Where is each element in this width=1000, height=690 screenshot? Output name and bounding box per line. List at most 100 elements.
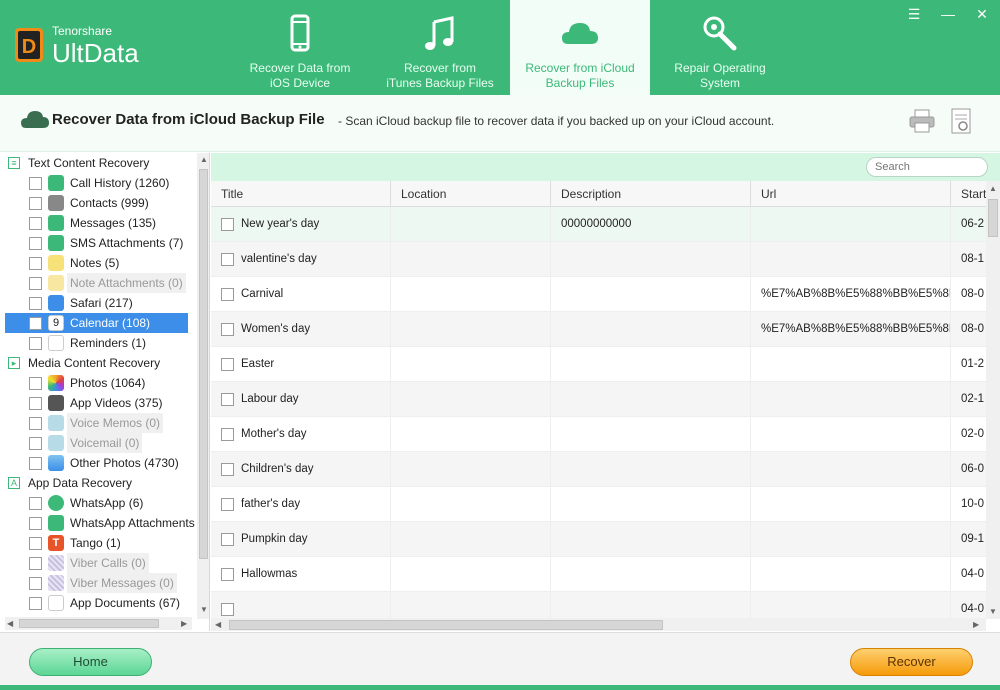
scrollbar-thumb[interactable] bbox=[19, 619, 159, 628]
checkbox[interactable] bbox=[29, 517, 42, 530]
sidebar-item-safari[interactable]: Safari (217) bbox=[5, 293, 195, 313]
minimize-icon[interactable]: — bbox=[940, 6, 956, 22]
table-row[interactable]: Pumpkin day 09-1 bbox=[211, 522, 986, 557]
tab-recover-itunes-backup[interactable]: Recover from iTunes Backup Files bbox=[370, 0, 510, 95]
scrollbar-thumb[interactable] bbox=[199, 169, 208, 559]
row-checkbox[interactable] bbox=[221, 323, 234, 336]
scroll-right-icon[interactable]: ▶ bbox=[181, 619, 187, 628]
column-header-description[interactable]: Description bbox=[551, 181, 751, 207]
scroll-right-icon[interactable]: ▶ bbox=[973, 620, 979, 629]
scrollbar-thumb[interactable] bbox=[229, 620, 663, 630]
export-document-icon[interactable] bbox=[950, 107, 972, 135]
scroll-up-icon[interactable]: ▲ bbox=[200, 155, 208, 164]
row-checkbox[interactable] bbox=[221, 428, 234, 441]
row-checkbox[interactable] bbox=[221, 218, 234, 231]
sidebar-item-photos[interactable]: Photos (1064) bbox=[5, 373, 195, 393]
feedback-icon[interactable]: ☰ bbox=[906, 6, 922, 22]
tab-recover-ios-device[interactable]: Recover Data from iOS Device bbox=[230, 0, 370, 95]
checkbox[interactable] bbox=[29, 437, 42, 450]
table-row[interactable]: father's day 10-0 bbox=[211, 487, 986, 522]
sidebar-item-note-attachments[interactable]: Note Attachments (0) bbox=[5, 273, 195, 293]
table-row[interactable]: Children's day 06-0 bbox=[211, 452, 986, 487]
sidebar-item-calendar[interactable]: 9 Calendar (108) bbox=[5, 313, 188, 333]
checkbox[interactable] bbox=[29, 557, 42, 570]
checkbox[interactable] bbox=[29, 317, 42, 330]
row-checkbox[interactable] bbox=[221, 498, 234, 511]
column-header-start[interactable]: Start bbox=[951, 181, 986, 207]
column-header-location[interactable]: Location bbox=[391, 181, 551, 207]
sidebar-item-reminders[interactable]: Reminders (1) bbox=[5, 333, 195, 353]
table-row[interactable]: 04-0 bbox=[211, 592, 986, 619]
table-row[interactable]: Labour day 02-1 bbox=[211, 382, 986, 417]
scroll-left-icon[interactable]: ◀ bbox=[215, 620, 221, 629]
checkbox[interactable] bbox=[29, 497, 42, 510]
category-app-data[interactable]: A App Data Recovery bbox=[5, 473, 195, 493]
table-row[interactable]: Easter 01-2 bbox=[211, 347, 986, 382]
sidebar-item-app-videos[interactable]: App Videos (375) bbox=[5, 393, 195, 413]
sidebar-item-notes[interactable]: Notes (5) bbox=[5, 253, 195, 273]
category-media-content[interactable]: ▸ Media Content Recovery bbox=[5, 353, 195, 373]
checkbox[interactable] bbox=[29, 337, 42, 350]
checkbox[interactable] bbox=[29, 397, 42, 410]
sidebar-horizontal-scrollbar[interactable]: ◀ ▶ bbox=[5, 617, 192, 630]
checkbox[interactable] bbox=[29, 417, 42, 430]
checkbox[interactable] bbox=[29, 237, 42, 250]
tab-repair-os[interactable]: Repair Operating System bbox=[650, 0, 790, 95]
column-header-title[interactable]: Title bbox=[211, 181, 391, 207]
search-input[interactable] bbox=[866, 157, 988, 177]
checkbox[interactable] bbox=[29, 377, 42, 390]
row-checkbox[interactable] bbox=[221, 533, 234, 546]
checkbox[interactable] bbox=[29, 537, 42, 550]
row-checkbox[interactable] bbox=[221, 358, 234, 371]
checkbox[interactable] bbox=[29, 197, 42, 210]
table-vertical-scrollbar[interactable]: ▲ ▼ bbox=[986, 181, 1000, 619]
checkbox[interactable] bbox=[29, 577, 42, 590]
printer-icon[interactable] bbox=[908, 108, 936, 134]
checkbox[interactable] bbox=[29, 457, 42, 470]
row-checkbox[interactable] bbox=[221, 568, 234, 581]
sidebar-item-messages[interactable]: Messages (135) bbox=[5, 213, 195, 233]
close-icon[interactable]: ✕ bbox=[974, 6, 990, 22]
scroll-down-icon[interactable]: ▼ bbox=[989, 607, 997, 616]
sidebar-item-voicemail[interactable]: Voicemail (0) bbox=[5, 433, 195, 453]
scrollbar-thumb[interactable] bbox=[988, 199, 998, 237]
tab-recover-icloud-backup[interactable]: Recover from iCloud Backup Files bbox=[510, 0, 650, 95]
table-row[interactable]: valentine's day 08-1 bbox=[211, 242, 986, 277]
sidebar-item-viber-messages[interactable]: Viber Messages (0) bbox=[5, 573, 195, 593]
sidebar-item-whatsapp[interactable]: WhatsApp (6) bbox=[5, 493, 195, 513]
row-checkbox[interactable] bbox=[221, 288, 234, 301]
row-checkbox[interactable] bbox=[221, 463, 234, 476]
checkbox[interactable] bbox=[29, 597, 42, 610]
checkbox[interactable] bbox=[29, 257, 42, 270]
row-checkbox[interactable] bbox=[221, 603, 234, 616]
table-row[interactable]: Carnival %E7%AB%8B%E5%88%BB%E5%8E% 08-0 bbox=[211, 277, 986, 312]
sidebar-item-tango[interactable]: T Tango (1) bbox=[5, 533, 195, 553]
sidebar-item-call-history[interactable]: Call History (1260) bbox=[5, 173, 195, 193]
row-checkbox[interactable] bbox=[221, 253, 234, 266]
sidebar-item-sms-attachments[interactable]: SMS Attachments (7) bbox=[5, 233, 195, 253]
scroll-down-icon[interactable]: ▼ bbox=[200, 605, 208, 614]
sidebar-item-contacts[interactable]: Contacts (999) bbox=[5, 193, 195, 213]
table-row[interactable]: Hallowmas 04-0 bbox=[211, 557, 986, 592]
checkbox[interactable] bbox=[29, 217, 42, 230]
sidebar-item-voice-memos[interactable]: Voice Memos (0) bbox=[5, 413, 195, 433]
sidebar-item-viber-calls[interactable]: Viber Calls (0) bbox=[5, 553, 195, 573]
checkbox[interactable] bbox=[29, 297, 42, 310]
recover-button[interactable]: Recover bbox=[850, 648, 973, 676]
home-button[interactable]: Home bbox=[29, 648, 152, 676]
sidebar-vertical-scrollbar[interactable]: ▲ ▼ bbox=[197, 153, 209, 619]
table-row[interactable]: Women's day %E7%AB%8B%E5%88%BB%E5%8E% 08-0 bbox=[211, 312, 986, 347]
category-text-content[interactable]: ≡ Text Content Recovery bbox=[5, 153, 195, 173]
sidebar-item-app-documents[interactable]: App Documents (67) bbox=[5, 593, 195, 613]
table-row[interactable]: New year's day 00000000000 06-2 bbox=[211, 207, 986, 242]
checkbox[interactable] bbox=[29, 177, 42, 190]
checkbox[interactable] bbox=[29, 277, 42, 290]
row-checkbox[interactable] bbox=[221, 393, 234, 406]
table-row[interactable]: Mother's day 02-0 bbox=[211, 417, 986, 452]
table-horizontal-scrollbar[interactable]: ◀ ▶ bbox=[211, 618, 986, 631]
sidebar-item-whatsapp-attachments[interactable]: WhatsApp Attachments ( bbox=[5, 513, 202, 533]
scroll-up-icon[interactable]: ▲ bbox=[989, 184, 997, 193]
scroll-left-icon[interactable]: ◀ bbox=[7, 619, 13, 628]
column-header-url[interactable]: Url bbox=[751, 181, 951, 207]
sidebar-item-other-photos[interactable]: Other Photos (4730) bbox=[5, 453, 195, 473]
